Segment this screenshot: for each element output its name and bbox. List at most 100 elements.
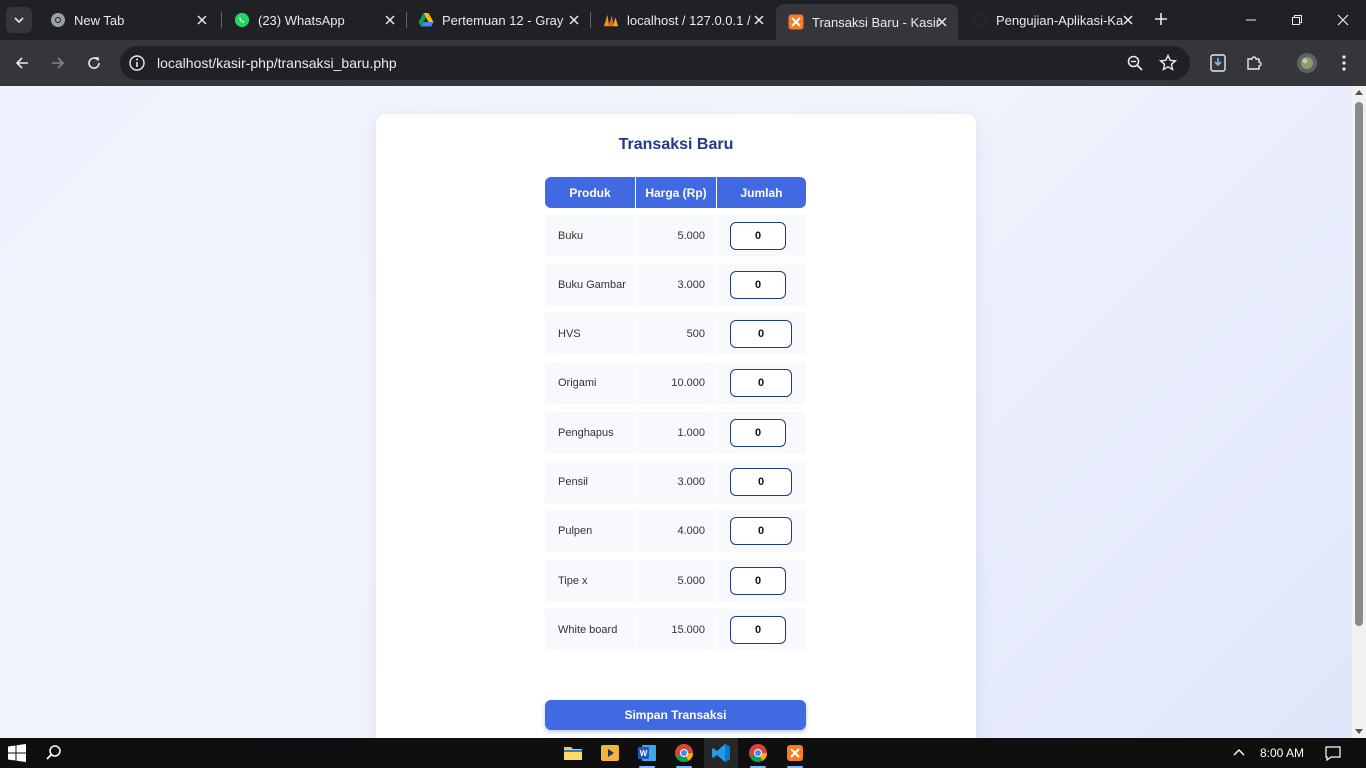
table-row: White board 15.000 [545,609,806,651]
close-icon[interactable] [1120,12,1136,28]
table-row: Pulpen 4.000 [545,510,806,552]
product-price: 15.000 [636,609,716,651]
product-price: 5.000 [636,215,716,257]
back-button[interactable] [8,49,36,77]
file-explorer-icon[interactable] [561,741,585,765]
product-price: 1.000 [636,412,716,454]
phpmyadmin-icon [603,12,619,28]
product-name: Penghapus [545,412,635,454]
close-icon [1337,14,1349,26]
chrome-icon[interactable] [746,741,770,768]
reload-icon [88,57,100,69]
more-vertical-icon [1342,55,1346,71]
page-title: Transaksi Baru [618,136,734,153]
chrome-icon[interactable] [672,741,696,768]
tab-search-button[interactable] [6,7,32,33]
new-tab-button[interactable] [1150,8,1172,30]
product-price: 3.000 [636,461,716,503]
quantity-input[interactable] [730,567,786,595]
bookmark-star-icon[interactable] [1159,54,1177,72]
quantity-input[interactable] [730,369,792,397]
windows-start-icon[interactable] [8,744,26,762]
media-player-icon[interactable] [598,741,622,765]
xampp-icon [788,14,804,30]
address-bar[interactable]: localhost/kasir-php/transaksi_baru.php [120,46,1190,80]
product-price: 3.000 [636,264,716,306]
xampp-icon[interactable] [783,741,807,768]
quantity-cell [717,264,806,306]
forward-button[interactable] [44,49,72,77]
save-to-device-button[interactable] [1207,52,1229,74]
quantity-cell [717,461,806,503]
tab-whatsapp[interactable]: (23) WhatsApp [222,4,406,36]
chrome-icon [50,12,66,28]
product-name: White board [545,609,635,651]
scrollbar-thumb[interactable] [1355,102,1363,626]
extensions-button[interactable] [1243,52,1265,74]
close-icon[interactable] [194,12,210,28]
quantity-input[interactable] [730,419,786,447]
tray-chevron-up-icon[interactable] [1232,746,1246,760]
puzzle-icon [1247,56,1262,70]
word-icon[interactable]: W [635,741,659,768]
close-window-button[interactable] [1320,0,1366,40]
product-name: Pulpen [545,510,635,552]
download-icon [1210,54,1226,72]
arrow-right-icon [52,57,65,69]
quantity-input[interactable] [730,517,792,545]
google-drive-icon [418,12,434,28]
product-price: 10.000 [636,362,716,404]
zoom-icon[interactable] [1126,54,1144,72]
tab-new-tab[interactable]: New Tab [38,4,218,36]
minimize-button[interactable] [1228,0,1274,40]
quantity-input[interactable] [730,271,786,299]
notification-icon[interactable] [1325,745,1341,761]
scroll-up-icon[interactable] [1355,90,1363,95]
taskbar-clock[interactable]: 8:00 AM [1260,746,1304,760]
github-icon [972,12,988,28]
quantity-cell [717,609,806,651]
tab-strip: New Tab (23) WhatsApp Pertemuan 12 - Gra… [0,0,1366,40]
arrow-left-icon [15,57,28,69]
product-name: Pensil [545,461,635,503]
table-row: Buku 5.000 [545,215,806,257]
scroll-down-icon[interactable] [1355,729,1363,734]
save-transaction-button[interactable]: Simpan Transaksi [545,700,806,730]
reload-button[interactable] [80,49,108,77]
tab-pertemuan[interactable]: Pertemuan 12 - Gray [406,4,590,36]
table-row: Tipe x 5.000 [545,560,806,602]
tab-transaksi-baru[interactable]: Transaksi Baru - Kasir [776,4,958,40]
quantity-input[interactable] [730,222,786,250]
quantity-cell [717,510,806,552]
windows-taskbar: W 8:00 AM [0,738,1366,768]
browser-toolbar: localhost/kasir-php/transaksi_baru.php [0,40,1366,86]
quantity-input[interactable] [730,616,786,644]
close-icon[interactable] [566,12,582,28]
close-icon[interactable] [934,14,950,30]
tab-phpmyadmin[interactable]: localhost / 127.0.0.1 / [591,4,775,36]
page-scrollbar[interactable] [1352,86,1366,738]
plus-icon [1155,13,1167,25]
quantity-cell [717,560,806,602]
profile-button[interactable] [1296,52,1318,74]
product-price: 500 [636,313,716,355]
tab-github[interactable]: Pengujian-Aplikasi-Ka [960,4,1144,36]
url-text[interactable]: localhost/kasir-php/transaksi_baru.php [157,55,397,71]
table-row: Pensil 3.000 [545,461,806,503]
search-icon[interactable] [45,744,63,762]
quantity-cell [717,412,806,454]
close-icon[interactable] [382,12,398,28]
quantity-input[interactable] [730,320,792,348]
table-row: HVS 500 [545,313,806,355]
close-icon[interactable] [751,12,767,28]
page-viewport: Transaksi Baru Produk Harga (Rp) Jumlah … [0,86,1352,738]
product-name: Tipe x [545,560,635,602]
site-info-icon[interactable] [128,54,146,72]
quantity-input[interactable] [730,468,792,496]
table-row: Penghapus 1.000 [545,412,806,454]
minimize-icon [1246,19,1256,21]
chrome-menu-button[interactable] [1333,52,1355,74]
vscode-icon[interactable] [704,738,738,768]
restore-button[interactable] [1274,0,1320,40]
product-name: Buku [545,215,635,257]
